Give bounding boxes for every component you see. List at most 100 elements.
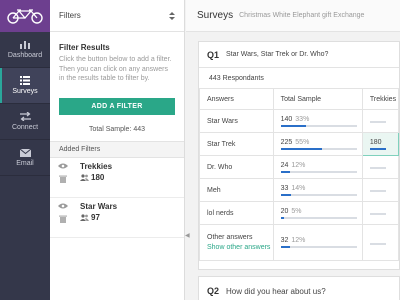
sample-count: 24 [280, 161, 289, 169]
trekkies-cell[interactable] [361, 224, 399, 261]
eye-icon[interactable] [58, 203, 68, 209]
share-bar-track [280, 193, 357, 196]
table-row[interactable]: Star Wars 140 33% [199, 109, 399, 133]
trekkies-bar-fill [369, 147, 386, 150]
add-filter-button[interactable]: ADD A FILTER [59, 97, 175, 115]
trekkies-bar-track [369, 147, 386, 150]
trash-icon[interactable] [59, 215, 67, 223]
table-row[interactable]: Other answers Show other answers 32 12% [199, 224, 399, 261]
total-sample-cell[interactable]: 140 33% [272, 109, 363, 133]
table-header-row: Answers Total Sample Trekkies [199, 88, 399, 110]
filter-results-description: Click the button below to add a filter. … [59, 56, 172, 82]
filter-results-section: Filter Results Click the button below to… [50, 32, 184, 133]
answer-cell[interactable]: Dr. Who [199, 155, 274, 179]
total-sample-cell[interactable]: 225 55% [272, 132, 363, 156]
answer-cell[interactable]: Star Wars [199, 109, 274, 133]
question-card-q2[interactable]: Q2 How did you hear about us? [198, 276, 400, 300]
users-icon [80, 173, 89, 181]
sample-values: 225 55% [281, 139, 362, 146]
total-sample: Total Sample: 443 [88, 125, 146, 133]
show-other-answers-link[interactable]: Show other answers [207, 244, 272, 251]
share-bar-fill [280, 147, 323, 150]
table-row[interactable]: Meh 33 14% [199, 178, 399, 202]
filter-card-trekkies[interactable]: Trekkies 180 [50, 158, 184, 198]
left-nav: Dashboard Surveys Connect Email [0, 0, 50, 300]
filter-card-star-wars[interactable]: Star Wars 97 [50, 198, 184, 238]
sample-percent: 12% [291, 161, 306, 169]
trekkies-bar-track [369, 213, 386, 215]
filter-count-value: 180 [91, 172, 105, 182]
trekkies-cell[interactable] [361, 155, 399, 179]
sample-values: 140 33% [281, 116, 362, 123]
nav-dashboard[interactable]: Dashboard [0, 32, 50, 68]
sample-count: 140 [280, 115, 293, 123]
trekkies-cell[interactable] [361, 201, 399, 225]
question-header: Q1 Star Wars, Star Trek or Dr. Who? [199, 42, 399, 68]
nav-surveys[interactable]: Surveys [0, 68, 50, 104]
bar-chart-icon [20, 41, 30, 49]
table-row[interactable]: Star Trek 225 55% 180 [199, 132, 399, 156]
column-header: Total Sample [272, 88, 363, 110]
sample-percent: 5% [291, 207, 302, 215]
trash-icon[interactable] [59, 175, 67, 183]
trekkies-bar-track [369, 167, 386, 169]
users-icon [80, 213, 89, 221]
respondent-count: 443 Respondants [209, 74, 264, 82]
share-bar-fill [280, 170, 290, 173]
sample-count: 20 [280, 207, 289, 215]
answer-cell[interactable]: lol nerds [199, 201, 274, 225]
sample-count: 225 [280, 138, 293, 146]
table-row[interactable]: Dr. Who 24 12% [199, 155, 399, 179]
envelope-icon [19, 148, 31, 157]
up-down-caret-icon[interactable] [169, 11, 175, 20]
total-sample-cell[interactable]: 20 5% [272, 201, 363, 225]
tandem-bicycle-icon [7, 9, 43, 24]
sample-values: 24 12% [281, 162, 362, 169]
sample-percent: 14% [291, 184, 306, 192]
nav-label: Surveys [12, 88, 38, 95]
sample-percent: 12% [291, 237, 306, 244]
trekkies-count: 180 [369, 138, 382, 146]
question-card-q1: Q1 Star Wars, Star Trek or Dr. Who? 443 … [198, 41, 400, 270]
added-filters-header: Added Filters [50, 140, 184, 158]
total-sample-cell[interactable]: 24 12% [272, 155, 363, 179]
trekkies-cell[interactable]: 180 [361, 132, 399, 156]
share-bar-fill [280, 216, 285, 219]
share-bar-fill [280, 124, 306, 127]
question-number: Q2 [207, 286, 220, 296]
share-bar-fill [280, 246, 290, 248]
answer-label: Meh [207, 186, 221, 194]
question-number: Q1 [207, 49, 220, 60]
answer-label: Dr. Who [207, 163, 233, 171]
share-bar-track [280, 147, 357, 150]
nav-connect[interactable]: Connect [0, 104, 50, 140]
question-text: How did you hear about us? [226, 286, 326, 296]
total-sample-cell[interactable]: 33 14% [272, 178, 363, 202]
answer-cell[interactable]: Meh [199, 178, 274, 202]
sample-percent: 33% [295, 115, 310, 123]
caret-left-icon[interactable]: ◀ [185, 232, 190, 239]
swap-arrows-icon [19, 112, 31, 121]
sample-percent: 55% [295, 138, 310, 146]
filters-header[interactable]: Filters [50, 0, 184, 32]
share-bar-track [280, 170, 357, 173]
answer-cell[interactable]: Star Trek [199, 132, 274, 156]
question-text: Star Wars, Star Trek or Dr. Who? [226, 51, 329, 58]
sample-values: 20 5% [281, 208, 362, 215]
table-row[interactable]: lol nerds 20 5% [199, 201, 399, 225]
list-icon [20, 76, 30, 85]
total-sample-cell[interactable]: 32 12% [272, 224, 363, 261]
trekkies-bar-track [369, 121, 386, 123]
answer-cell[interactable]: Other answers Show other answers [199, 224, 274, 261]
filter-results-title: Filter Results [59, 43, 110, 52]
sample-count: 32 [280, 237, 289, 244]
filter-count-value: 97 [91, 212, 100, 222]
eye-icon[interactable] [58, 163, 68, 169]
nav-email[interactable]: Email [0, 140, 50, 176]
trekkies-cell[interactable] [361, 178, 399, 202]
share-bar-track [280, 216, 357, 219]
filters-header-label: Filters [59, 11, 81, 20]
trekkies-cell[interactable] [361, 109, 399, 133]
filter-name: Trekkies [80, 161, 113, 171]
logo[interactable] [0, 0, 50, 32]
